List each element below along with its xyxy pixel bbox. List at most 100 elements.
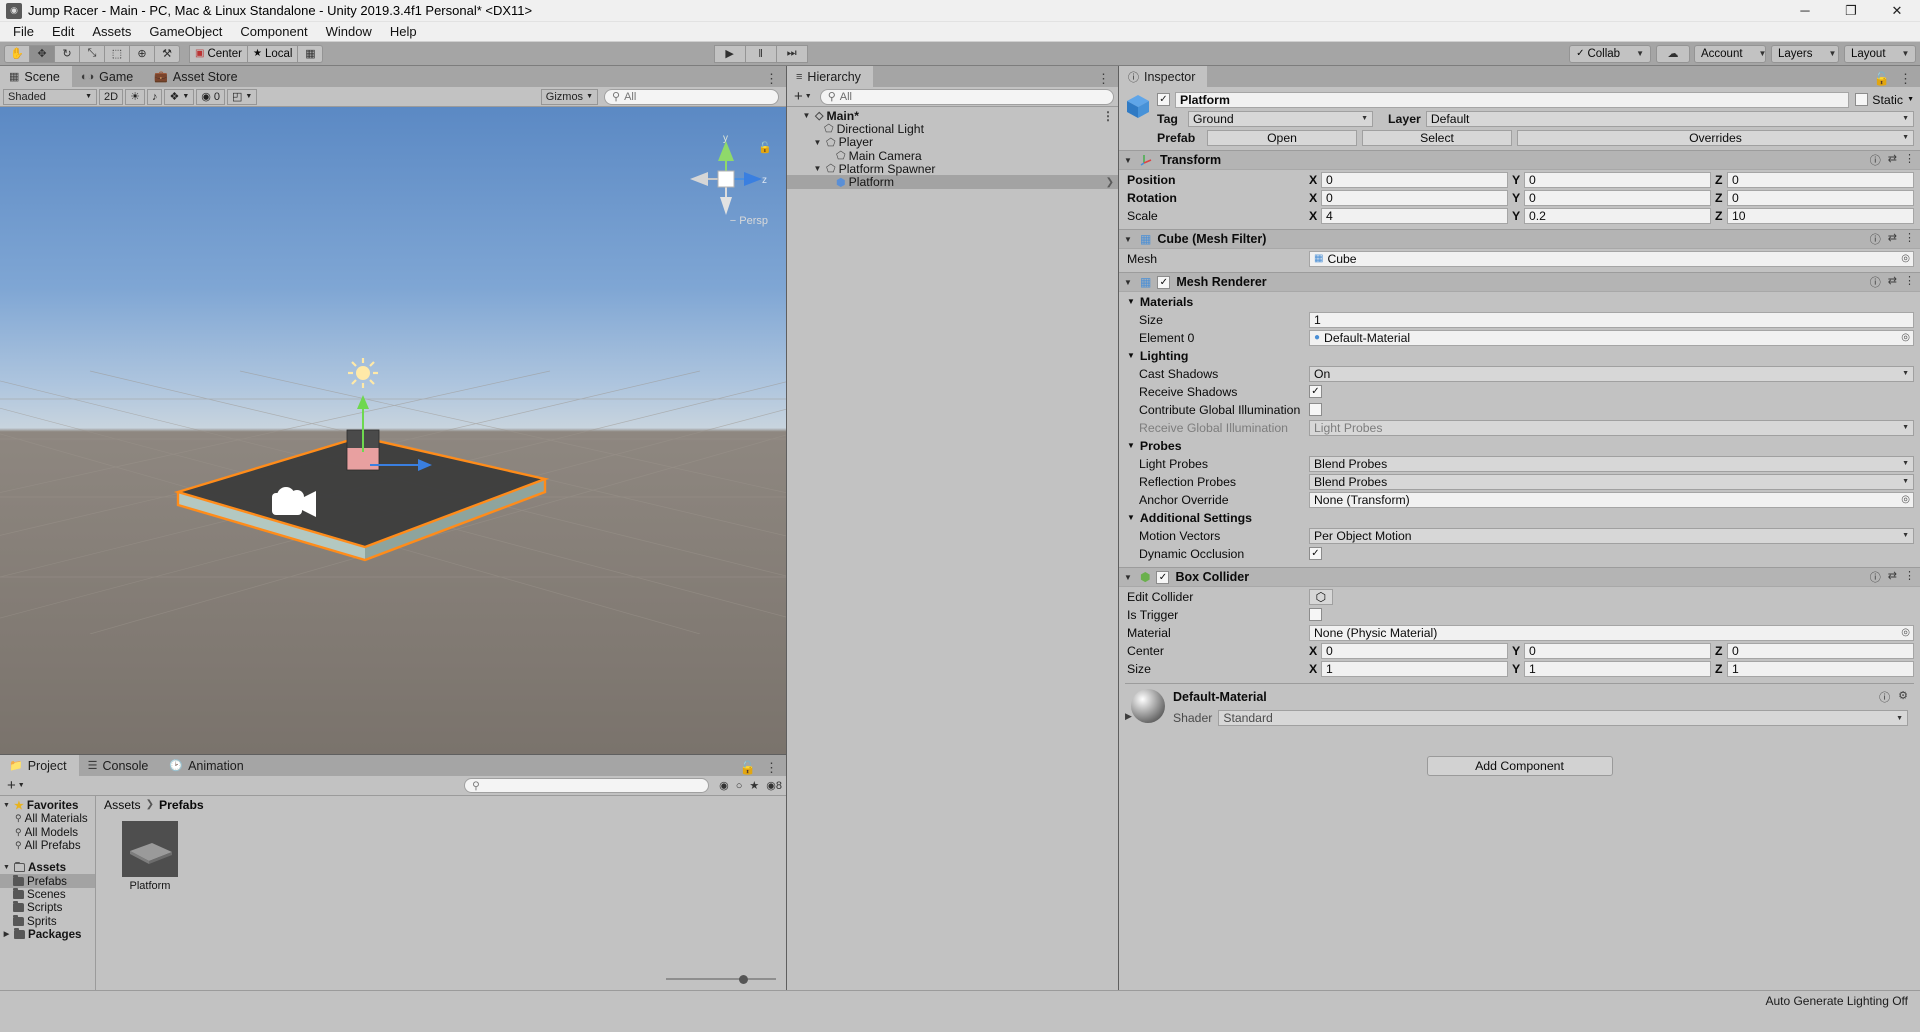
chevron-down-icon[interactable]: ▼ bbox=[1907, 96, 1914, 103]
scale-x-input[interactable]: 4 bbox=[1321, 207, 1508, 224]
tree-item-all-models[interactable]: ⚲ All Models bbox=[0, 826, 95, 839]
prefab-select-button[interactable]: Select bbox=[1362, 129, 1512, 146]
panel-options-icon[interactable]: ⋮ bbox=[1899, 71, 1912, 87]
lighting-toggle-button[interactable]: ☀ bbox=[125, 88, 145, 105]
twisty-icon[interactable]: ▼ bbox=[812, 164, 823, 173]
twisty-icon[interactable]: ▶ bbox=[2, 930, 11, 938]
box-collider-enabled-checkbox[interactable]: ✓ bbox=[1156, 570, 1170, 584]
fx-dropdown-button[interactable]: ❖ ▼ bbox=[164, 88, 195, 105]
gizmo-lock-icon[interactable]: 🔓 bbox=[758, 141, 772, 154]
step-button[interactable]: ⏭ bbox=[775, 44, 808, 63]
static-checkbox[interactable] bbox=[1855, 93, 1869, 106]
platform-object[interactable] bbox=[0, 107, 786, 634]
menu-edit[interactable]: Edit bbox=[43, 22, 83, 41]
position-z-input[interactable]: 0 bbox=[1727, 171, 1914, 188]
layout-button[interactable]: Layout ▼ bbox=[1843, 44, 1916, 63]
project-create-button[interactable]: + ▼ bbox=[4, 777, 28, 794]
twisty-icon[interactable]: ▼ bbox=[1127, 351, 1135, 360]
rotation-y-input[interactable]: 0 bbox=[1524, 189, 1711, 206]
project-search-input[interactable]: ⚲ bbox=[464, 778, 710, 793]
rotation-z-input[interactable]: 0 bbox=[1727, 189, 1914, 206]
scene-orientation-gizmo[interactable]: y z bbox=[682, 135, 770, 223]
layers-button[interactable]: Layers ▼ bbox=[1770, 44, 1839, 63]
options-icon[interactable]: ⋮ bbox=[1904, 231, 1915, 247]
tab-animation[interactable]: 🕑 Animation bbox=[160, 755, 255, 776]
dynamic-occlusion-checkbox[interactable]: ✓ bbox=[1309, 547, 1322, 560]
rotate-tool-button[interactable]: ↻ bbox=[54, 44, 80, 63]
hierarchy-item-main-camera[interactable]: ⬠ Main Camera bbox=[787, 149, 1118, 163]
materials-size-input[interactable]: 1 bbox=[1309, 311, 1914, 328]
menu-assets[interactable]: Assets bbox=[83, 22, 140, 41]
motion-vectors-dropdown[interactable]: Per Object Motion ▼ bbox=[1309, 527, 1914, 544]
options-icon[interactable]: ⋮ bbox=[1904, 569, 1915, 585]
preset-icon[interactable]: ⇄ bbox=[1888, 569, 1897, 585]
panel-options-icon[interactable]: ⋮ bbox=[1102, 109, 1114, 123]
pivot-rotation-button[interactable]: ★ Local bbox=[246, 44, 299, 63]
draw-mode-dropdown[interactable]: Shaded ▼ bbox=[3, 88, 97, 105]
tag-dropdown[interactable]: Ground ▼ bbox=[1188, 110, 1373, 127]
position-x-input[interactable]: 0 bbox=[1321, 171, 1508, 188]
twisty-icon[interactable]: ▼ bbox=[812, 138, 823, 147]
menu-file[interactable]: File bbox=[4, 22, 43, 41]
panel-options-icon[interactable]: ⋮ bbox=[1097, 71, 1110, 87]
breadcrumb-assets[interactable]: Assets bbox=[104, 798, 141, 812]
collider-size-z-input[interactable]: 1 bbox=[1727, 660, 1914, 677]
prefab-open-button[interactable]: Open bbox=[1207, 129, 1357, 146]
twisty-icon[interactable]: ▼ bbox=[2, 864, 11, 871]
tab-asset-store[interactable]: 💼 Asset Store bbox=[145, 66, 249, 87]
panel-options-icon[interactable]: ⋮ bbox=[765, 760, 778, 776]
hierarchy-item-main[interactable]: ▼ ◇ Main* ⋮ bbox=[787, 109, 1118, 123]
filter-favorite-icon[interactable]: ★ bbox=[749, 779, 759, 792]
tab-console[interactable]: ☰ Console bbox=[79, 755, 161, 776]
hierarchy-create-button[interactable]: + ▼ bbox=[791, 88, 815, 105]
object-picker-icon[interactable]: ◎ bbox=[1901, 494, 1910, 505]
collider-size-x-input[interactable]: 1 bbox=[1321, 660, 1508, 677]
filter-type-icon[interactable]: ◉ bbox=[719, 779, 729, 792]
center-x-input[interactable]: 0 bbox=[1321, 642, 1508, 659]
twisty-icon[interactable]: ▼ bbox=[1124, 278, 1134, 287]
help-icon[interactable]: ⓘ bbox=[1879, 689, 1890, 705]
material-expand-twisty[interactable]: ▶ bbox=[1125, 711, 1920, 722]
materials-foldout[interactable]: ▼ Materials bbox=[1119, 293, 1920, 310]
tab-project[interactable]: 📁 Project bbox=[0, 755, 79, 776]
preset-icon[interactable]: ⇄ bbox=[1888, 274, 1897, 290]
component-header-transform[interactable]: ▼ Transform ⓘ ⇄ ⋮ bbox=[1119, 150, 1920, 170]
tree-item-prefabs[interactable]: Prefabs bbox=[0, 874, 95, 888]
mesh-renderer-enabled-checkbox[interactable]: ✓ bbox=[1157, 275, 1171, 289]
asset-item-platform[interactable]: Platform bbox=[114, 821, 186, 892]
play-button[interactable]: ▶ bbox=[713, 44, 746, 63]
transform-tool-button[interactable]: ⊕ bbox=[129, 44, 155, 63]
menu-gameobject[interactable]: GameObject bbox=[140, 22, 231, 41]
preset-icon[interactable]: ⇄ bbox=[1888, 231, 1897, 247]
toggle-2d-button[interactable]: 2D bbox=[99, 88, 124, 105]
scene-search-input[interactable]: ⚲ All bbox=[604, 88, 779, 105]
scene-viewport[interactable]: y z 🔓 − Persp bbox=[0, 107, 786, 754]
lighting-foldout[interactable]: ▼ Lighting bbox=[1119, 347, 1920, 364]
hierarchy-item-platform-spawner[interactable]: ▼ ⬠ Platform Spawner bbox=[787, 162, 1118, 176]
mesh-object-field[interactable]: ▦ Cube ◎ bbox=[1309, 250, 1914, 267]
additional-settings-foldout[interactable]: ▼ Additional Settings bbox=[1119, 509, 1920, 526]
twisty-icon[interactable]: ▼ bbox=[2, 802, 11, 809]
maximize-button[interactable]: ❐ bbox=[1828, 0, 1874, 22]
tree-item-assets[interactable]: ▼ Assets bbox=[0, 861, 95, 874]
collab-button[interactable]: ✓ Collab ▼ bbox=[1569, 44, 1651, 63]
menu-help[interactable]: Help bbox=[381, 22, 426, 41]
twisty-icon[interactable]: ▼ bbox=[1124, 156, 1134, 165]
pause-button[interactable]: ‖ bbox=[744, 44, 777, 63]
breadcrumb-prefabs[interactable]: Prefabs bbox=[159, 798, 204, 812]
panel-options-icon[interactable]: ⋮ bbox=[765, 71, 778, 87]
rect-tool-button[interactable]: ⬚ bbox=[104, 44, 130, 63]
scene-visibility-count[interactable]: ◉8 bbox=[766, 779, 782, 792]
tree-item-scripts[interactable]: Scripts bbox=[0, 901, 95, 914]
chevron-right-icon[interactable]: ❯ bbox=[1106, 177, 1114, 188]
is-trigger-checkbox[interactable] bbox=[1309, 608, 1322, 621]
grid-snap-button[interactable]: ▦ bbox=[297, 44, 324, 63]
anchor-override-object-field[interactable]: None (Transform) ◎ bbox=[1309, 491, 1914, 508]
light-probes-dropdown[interactable]: Blend Probes ▼ bbox=[1309, 455, 1914, 472]
twisty-icon[interactable]: ▼ bbox=[1127, 441, 1135, 450]
help-icon[interactable]: ⓘ bbox=[1870, 274, 1881, 290]
gameobject-enabled-checkbox[interactable]: ✓ bbox=[1157, 93, 1170, 106]
twisty-icon[interactable]: ▼ bbox=[1124, 573, 1134, 582]
reflection-probes-dropdown[interactable]: Blend Probes ▼ bbox=[1309, 473, 1914, 490]
physic-material-object-field[interactable]: None (Physic Material) ◎ bbox=[1309, 624, 1914, 641]
